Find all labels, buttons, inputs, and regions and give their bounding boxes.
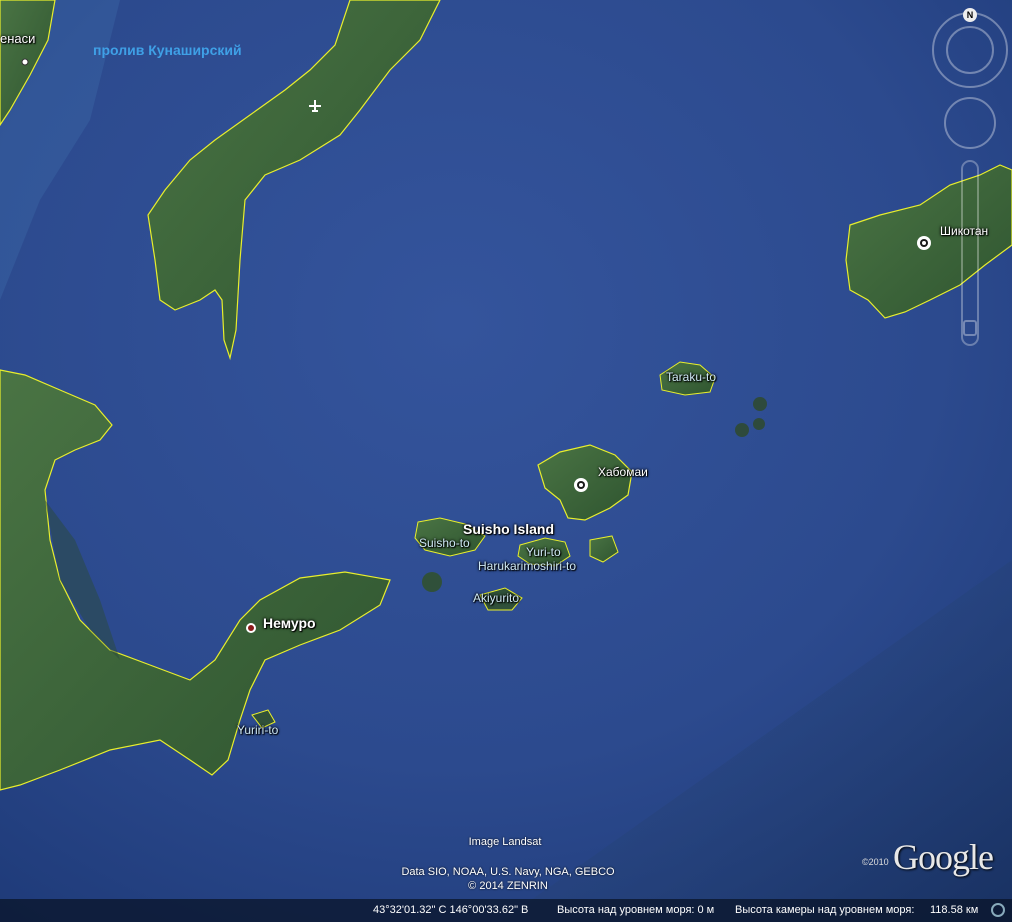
capital-marker-icon[interactable] — [917, 236, 931, 250]
coordinates-readout: 43°32'01.32" С 146°00'33.62" В — [373, 904, 529, 916]
place-label-yuri-to[interactable]: Yuri-to — [526, 545, 561, 559]
north-indicator[interactable]: N — [963, 8, 977, 22]
copyright-credit: © 2014 ZENRIN — [468, 880, 548, 892]
logo-year: ©2010 — [862, 857, 889, 867]
move-joystick[interactable] — [944, 97, 996, 149]
islet — [753, 418, 765, 430]
place-label-taraku[interactable]: Taraku-to — [666, 370, 716, 384]
place-label-suisho-to[interactable]: Suisho-to — [419, 536, 470, 550]
streaming-indicator-icon — [991, 903, 1005, 917]
city-marker-icon[interactable] — [246, 623, 256, 633]
look-joystick[interactable] — [946, 26, 994, 74]
status-bar: 43°32'01.32" С 146°00'33.62" В Высота на… — [0, 899, 1012, 922]
place-label-habomai[interactable]: Хабомаи — [598, 465, 648, 479]
zoom-slider[interactable] — [961, 160, 979, 346]
town-marker-icon[interactable] — [21, 58, 29, 66]
data-credit: Data SIO, NOAA, U.S. Navy, NGA, GEBCO — [401, 866, 615, 878]
islet — [735, 423, 749, 437]
satellite-map[interactable] — [0, 0, 1012, 922]
place-label-akiyurito[interactable]: Akiyurito — [473, 591, 519, 605]
eye-altitude-value: 118.58 км — [930, 904, 979, 916]
place-label-suisho-island[interactable]: Suisho Island — [463, 521, 554, 537]
google-logo: Google — [893, 837, 994, 877]
place-label[interactable]: енаси — [0, 31, 35, 46]
imagery-credit: Image Landsat — [468, 836, 542, 848]
islet — [753, 397, 767, 411]
capital-marker-icon[interactable] — [574, 478, 588, 492]
islet — [422, 572, 442, 592]
place-label-nemuro[interactable]: Немуро — [263, 615, 316, 631]
eye-altitude-label: Высота камеры над уровнем моря: — [735, 904, 915, 916]
zoom-slider-handle[interactable] — [963, 320, 977, 336]
place-label-harukarimoshiri[interactable]: Harukarimoshiri-to — [478, 559, 576, 573]
strait-label[interactable]: пролив Кунаширский — [93, 42, 242, 58]
elevation-readout: Высота над уровнем моря: 0 м — [557, 904, 715, 916]
place-label-yuriri[interactable]: Yuriri-to — [237, 723, 278, 737]
